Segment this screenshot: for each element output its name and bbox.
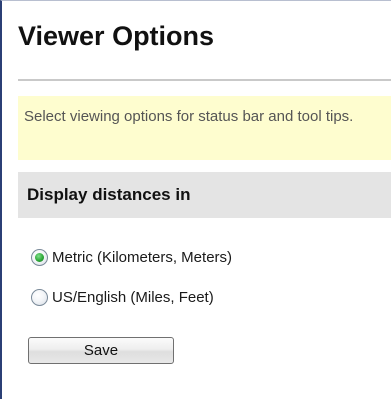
page-title: Viewer Options bbox=[18, 21, 215, 51]
viewer-options-panel: Viewer Options Select viewing options fo… bbox=[0, 0, 391, 399]
radio-button-metric[interactable] bbox=[31, 248, 48, 266]
radio-label-metric[interactable]: Metric (Kilometers, Meters) bbox=[52, 249, 232, 266]
info-message: Select viewing options for status bar an… bbox=[18, 96, 391, 160]
radio-button-us-english[interactable] bbox=[31, 288, 48, 306]
save-button[interactable]: Save bbox=[28, 337, 174, 364]
radio-option-metric[interactable]: Metric (Kilometers, Meters) bbox=[31, 246, 232, 268]
section-header-distances: Display distances in bbox=[18, 172, 391, 218]
radio-option-us-english[interactable]: US/English (Miles, Feet) bbox=[31, 286, 214, 308]
title-divider bbox=[18, 79, 391, 81]
radio-label-us-english[interactable]: US/English (Miles, Feet) bbox=[52, 289, 214, 306]
